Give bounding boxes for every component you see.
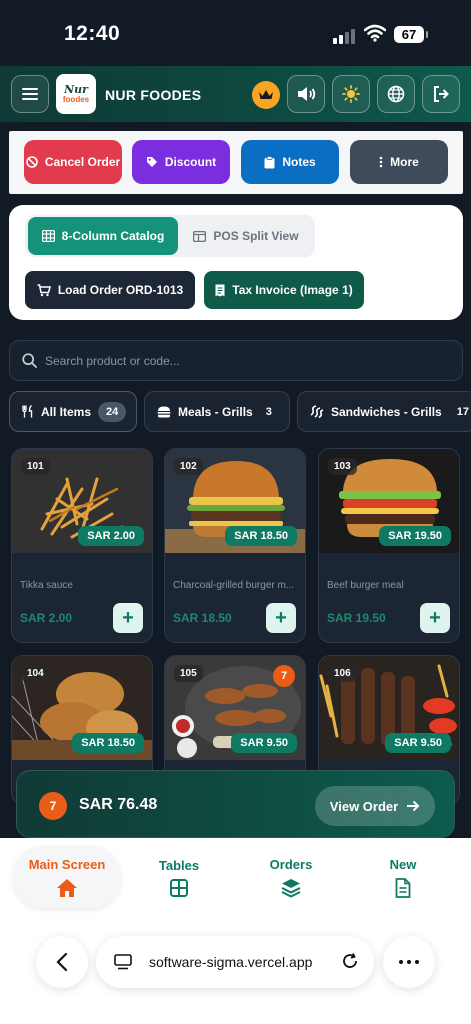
burger-icon — [157, 406, 171, 417]
tabs-icon — [114, 954, 132, 970]
cart-quantity-badge: 7 — [273, 665, 295, 687]
status-bar: 12:40 67 — [0, 0, 471, 66]
category-sandwiches-grills[interactable]: Sandwiches - Grills 17 — [297, 391, 471, 432]
logout-icon — [434, 86, 449, 102]
cart-summary-bar: 7 SAR 76.48 View Order — [16, 770, 455, 838]
browser-toolbar: software-sigma.vercel.app — [0, 918, 471, 1024]
price-badge: SAR 9.50 — [231, 733, 297, 753]
ellipsis-icon — [399, 960, 419, 964]
url-text: software-sigma.vercel.app — [149, 954, 313, 970]
product-id: 106 — [328, 665, 357, 682]
product-id: 104 — [21, 665, 50, 682]
product-card[interactable]: 101 SAR 2.00 Tikka sauce SAR 2.00 + — [11, 448, 153, 643]
category-meals-grills[interactable]: Meals - Grills 3 — [144, 391, 290, 432]
tab-new[interactable]: New — [362, 846, 444, 908]
document-icon — [395, 877, 411, 898]
brand-logo: Nur foodes — [56, 74, 96, 114]
brand-name: NUR FOODES — [105, 87, 202, 103]
product-id: 102 — [174, 458, 203, 475]
bacon-icon — [310, 405, 324, 418]
search-bar — [9, 340, 463, 381]
order-actions-panel: Cancel Order Discount Notes More — [9, 131, 463, 194]
tax-invoice-button[interactable]: Tax Invoice (Image 1) — [204, 271, 364, 309]
product-card[interactable]: 103 SAR 19.50 Beef burger meal SAR 19.50… — [318, 448, 460, 643]
more-options-button[interactable] — [383, 936, 435, 988]
category-all-items[interactable]: All Items 24 — [9, 391, 137, 432]
chevron-left-icon — [56, 952, 68, 972]
battery-indicator: 67 — [394, 26, 428, 43]
home-icon — [57, 878, 77, 897]
ban-icon — [26, 156, 38, 168]
back-button[interactable] — [36, 936, 88, 988]
view-order-button[interactable]: View Order — [315, 786, 435, 826]
load-order-button[interactable]: Load Order ORD-1013 — [25, 271, 195, 309]
layers-icon — [281, 878, 301, 898]
cart-total: SAR 76.48 — [79, 796, 158, 813]
theme-button[interactable] — [332, 75, 370, 113]
cancel-order-button[interactable]: Cancel Order — [24, 140, 122, 184]
view-panel: 8-Column Catalog POS Split View Load Ord… — [9, 205, 463, 320]
logout-button[interactable] — [422, 75, 460, 113]
tab-main-screen[interactable]: Main Screen — [13, 846, 121, 908]
bottom-tab-bar: Main Screen Tables Orders New — [0, 838, 471, 918]
app-header: Nur foodes NUR FOODES — [0, 66, 471, 122]
search-icon — [22, 353, 37, 368]
more-vertical-icon — [379, 156, 383, 168]
tab-tables[interactable]: Tables — [138, 846, 220, 908]
category-tabs: All Items 24 Meals - Grills 3 Sandwiches… — [9, 391, 471, 433]
price-badge: SAR 18.50 — [72, 733, 144, 753]
globe-icon — [387, 85, 405, 103]
add-to-cart-button[interactable]: + — [266, 603, 296, 633]
product-name: Beef burger meal — [327, 580, 404, 591]
price-badge: SAR 18.50 — [225, 526, 297, 546]
product-name: Tikka sauce — [20, 580, 73, 591]
tag-icon — [146, 157, 157, 167]
product-price: SAR 19.50 — [327, 611, 386, 625]
add-to-cart-button[interactable]: + — [113, 603, 143, 633]
status-time: 12:40 — [64, 22, 121, 45]
clipboard-icon — [264, 155, 275, 168]
language-button[interactable] — [377, 75, 415, 113]
more-button[interactable]: More — [350, 140, 448, 184]
product-card[interactable]: 102 SAR 18.50 Charcoal-grilled burger m.… — [164, 448, 306, 643]
category-count: 3 — [265, 405, 272, 418]
product-id: 105 — [174, 665, 203, 682]
wifi-icon — [364, 24, 386, 42]
sound-button[interactable] — [287, 75, 325, 113]
product-id: 101 — [21, 458, 50, 475]
tab-orders[interactable]: Orders — [250, 846, 332, 908]
price-badge: SAR 19.50 — [379, 526, 451, 546]
search-input[interactable] — [45, 353, 425, 368]
grid-icon — [170, 878, 188, 897]
menu-button[interactable] — [11, 75, 49, 113]
arrow-right-icon — [407, 800, 420, 812]
catalog-view-button[interactable]: 8-Column Catalog — [28, 217, 178, 255]
sun-icon — [342, 85, 360, 103]
price-badge: SAR 9.50 — [385, 733, 451, 753]
receipt-icon — [215, 284, 225, 296]
notes-button[interactable]: Notes — [241, 140, 339, 184]
add-to-cart-button[interactable]: + — [420, 603, 450, 633]
category-count: 24 — [98, 401, 127, 422]
utensils-icon — [22, 405, 33, 418]
split-view-button[interactable]: POS Split View — [181, 217, 311, 255]
price-badge: SAR 2.00 — [78, 526, 144, 546]
address-bar[interactable]: software-sigma.vercel.app — [96, 936, 374, 988]
product-price: SAR 18.50 — [173, 611, 232, 625]
category-count: 17 — [456, 405, 469, 418]
volume-icon — [298, 87, 316, 101]
signal-icon — [333, 28, 357, 44]
product-id: 103 — [328, 458, 357, 475]
product-name: Charcoal-grilled burger m... — [173, 580, 295, 591]
columns-icon — [193, 230, 207, 242]
cart-icon — [37, 283, 51, 296]
crown-icon — [259, 90, 273, 99]
hamburger-icon — [22, 88, 38, 100]
crown-button[interactable] — [252, 81, 280, 109]
table-grid-icon — [41, 230, 55, 242]
reload-icon[interactable] — [341, 952, 359, 970]
cart-count-badge: 7 — [39, 792, 67, 820]
discount-button[interactable]: Discount — [132, 140, 230, 184]
product-price: SAR 2.00 — [20, 611, 73, 625]
